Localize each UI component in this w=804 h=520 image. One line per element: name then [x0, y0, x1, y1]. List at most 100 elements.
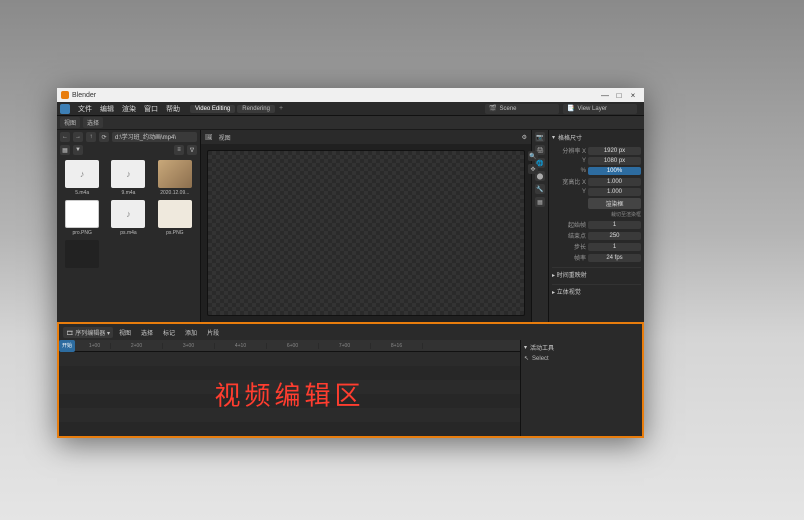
ruler[interactable]: 开始 1+00 2+00 3+00 4+10 6+00 7+00 8+16	[59, 340, 520, 352]
menu-window[interactable]: 窗口	[140, 104, 162, 114]
sequencer-toolbar: 🎞 序列编辑器 ▾ 视图 选择 标记 添加 片段	[59, 324, 642, 340]
menu-file[interactable]: 文件	[74, 104, 96, 114]
section-time-remap[interactable]: ▸ 时间重映射	[552, 267, 641, 279]
window-title: Blender	[72, 92, 598, 99]
nav-up-icon[interactable]: ↑	[86, 132, 96, 142]
filter-icon[interactable]: ▼	[73, 145, 83, 155]
end-input[interactable]: 250	[588, 232, 641, 240]
start-label: 起始帧	[552, 220, 586, 229]
ruler-tick: 4+10	[215, 343, 267, 349]
seq-menu-view[interactable]: 视图	[115, 328, 135, 337]
seq-menu-marker[interactable]: 标记	[159, 328, 179, 337]
file-browser: ← → ↑ ⟳ d:\学习班_约动画\mp4\ ▦ ▼ ≡ ∇ 5.m4a 9.…	[57, 130, 201, 322]
scene-selector[interactable]: 🎬 Scene	[485, 104, 559, 114]
blender-logo-icon	[61, 91, 69, 99]
preview-header: 🖼 视图 ⚙	[201, 130, 531, 144]
workspace-tabs: Video Editing Rendering +	[190, 105, 283, 113]
titlebar: Blender — □ ×	[57, 88, 644, 102]
image-thumb	[158, 200, 192, 228]
step-input[interactable]: 1	[588, 243, 641, 251]
step-label: 步长	[552, 242, 586, 251]
maximize-button[interactable]: □	[612, 89, 626, 101]
fps-label: 帧率	[552, 253, 586, 262]
ruler-tick: 6+00	[267, 343, 319, 349]
section-stereo[interactable]: ▸ 立体视觉	[552, 284, 641, 296]
main-area: ← → ↑ ⟳ d:\学习班_约动画\mp4\ ▦ ▼ ≡ ∇ 5.m4a 9.…	[57, 130, 644, 322]
seq-menu-add[interactable]: 添加	[181, 328, 201, 337]
preview-settings-icon[interactable]: ⚙	[522, 134, 527, 141]
viewlayer-selector[interactable]: 📑 View Layer	[563, 104, 637, 114]
close-button[interactable]: ×	[626, 89, 640, 101]
tab-tool-icon[interactable]: 🔧	[535, 184, 545, 194]
path-input[interactable]: d:\学习班_约动画\mp4\	[112, 132, 197, 142]
tool-select-row[interactable]: ↖ Select	[524, 355, 639, 362]
file-browser-options: ▦ ▼ ≡ ∇	[57, 144, 200, 156]
preview-viewport[interactable]: 🔍 ✥	[207, 150, 525, 316]
tracks[interactable]: 视频编辑区	[59, 352, 520, 436]
file-browser-header: 视图 选择	[57, 116, 644, 130]
file-name: 2020.12.09...	[154, 190, 196, 196]
panel-header[interactable]: ▾ 格格尺寸	[552, 133, 641, 142]
image-thumb	[65, 240, 99, 268]
tab-rendering[interactable]: Rendering	[237, 105, 275, 113]
res-y-label: Y	[552, 158, 586, 164]
preview-tools: 🔍 ✥	[528, 151, 538, 174]
menu-edit[interactable]: 编辑	[96, 104, 118, 114]
file-item[interactable]	[61, 240, 103, 270]
nav-back-icon[interactable]: ←	[60, 132, 70, 142]
minimize-button[interactable]: —	[598, 89, 612, 101]
seq-menu-strip[interactable]: 片段	[203, 328, 223, 337]
sidebar-header: ▾ 活动工具	[524, 343, 639, 352]
zoom-icon[interactable]: 🔍	[528, 151, 538, 161]
preview-menu-view[interactable]: 视图	[219, 133, 231, 142]
start-input[interactable]: 1	[588, 221, 641, 229]
aspect-x-input[interactable]: 1.000	[588, 178, 641, 186]
view-menu[interactable]: 视图	[60, 117, 80, 128]
blender-app-icon[interactable]	[60, 104, 70, 114]
preview-mode-icon[interactable]: 🖼	[205, 134, 213, 141]
filter-funnel-icon[interactable]: ∇	[187, 145, 197, 155]
editor-type-selector[interactable]: 🎞 序列编辑器 ▾	[63, 327, 113, 338]
res-y-input[interactable]: 1080 px	[588, 157, 641, 165]
file-item[interactable]: 5.m4a	[61, 160, 103, 196]
properties-panel: ▾ 格格尺寸 分辨率 X1920 px Y1080 px %100% 宽高比 X…	[548, 130, 644, 322]
file-name: 5.m4a	[61, 190, 103, 196]
nav-forward-icon[interactable]: →	[73, 132, 83, 142]
aspect-y-label: Y	[552, 189, 586, 195]
file-item[interactable]: 2020.12.09...	[154, 160, 196, 196]
ruler-tick: 8+16	[371, 343, 423, 349]
pct-slider[interactable]: 100%	[588, 167, 641, 175]
tab-video-editing[interactable]: Video Editing	[190, 105, 235, 113]
res-x-input[interactable]: 1920 px	[588, 147, 641, 155]
file-item[interactable]: ps.PNG	[154, 200, 196, 236]
res-x-label: 分辨率 X	[552, 146, 586, 155]
file-browser-nav: ← → ↑ ⟳ d:\学习班_约动画\mp4\	[57, 130, 200, 144]
fps-input[interactable]: 24 fps	[588, 254, 641, 262]
start-badge: 开始	[59, 340, 75, 352]
display-mode-icon[interactable]: ▦	[60, 145, 70, 155]
crop-label: 裁切至渲染框	[611, 211, 641, 218]
scene-name: Scene	[499, 106, 516, 112]
ruler-tick: 3+00	[163, 343, 215, 349]
tab-texture-icon[interactable]: ▦	[535, 197, 545, 207]
ruler-tick: 7+00	[319, 343, 371, 349]
file-item[interactable]: ps.m4a	[107, 200, 149, 236]
timeline[interactable]: 开始 1+00 2+00 3+00 4+10 6+00 7+00 8+16 视频…	[59, 340, 520, 436]
aspect-y-input[interactable]: 1.000	[588, 188, 641, 196]
file-item[interactable]: pro.PNG	[61, 200, 103, 236]
add-workspace-button[interactable]: +	[279, 105, 283, 112]
select-menu[interactable]: 选择	[83, 117, 103, 128]
tab-render-icon[interactable]: 📷	[535, 132, 545, 142]
audio-icon	[111, 200, 145, 228]
menubar: 文件 编辑 渲染 窗口 帮助 Video Editing Rendering +…	[57, 102, 644, 116]
file-item[interactable]: 9.m4a	[107, 160, 149, 196]
menu-render[interactable]: 渲染	[118, 104, 140, 114]
nav-refresh-icon[interactable]: ⟳	[99, 132, 109, 142]
sort-icon[interactable]: ≡	[174, 145, 184, 155]
file-grid: 5.m4a 9.m4a 2020.12.09... pro.PNG ps.m4a…	[57, 156, 200, 322]
menu-help[interactable]: 帮助	[162, 104, 184, 114]
pan-icon[interactable]: ✥	[528, 164, 538, 174]
seq-menu-select[interactable]: 选择	[137, 328, 157, 337]
preview-area: 🖼 视图 ⚙ 🔍 ✥	[201, 130, 532, 322]
border-checkbox[interactable]: 渲染框	[588, 198, 641, 209]
